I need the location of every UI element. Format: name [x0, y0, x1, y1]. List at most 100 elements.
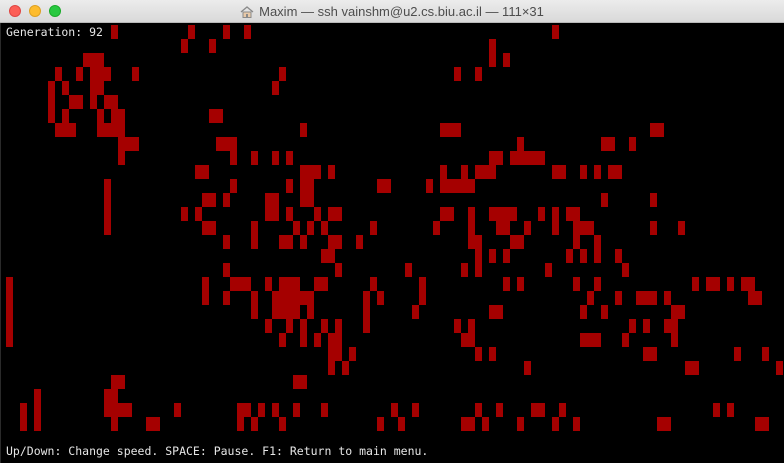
live-cell [398, 417, 405, 431]
live-cell [279, 417, 286, 431]
live-cell [244, 25, 251, 39]
live-cell [650, 291, 657, 305]
live-cell [223, 235, 230, 249]
live-cell [566, 249, 573, 263]
live-cell [216, 109, 223, 123]
live-cell [496, 207, 503, 221]
live-cell [209, 221, 216, 235]
live-cell [601, 193, 608, 207]
live-cell [307, 179, 314, 193]
live-cell [321, 221, 328, 235]
live-cell [111, 403, 118, 417]
live-cell [566, 207, 573, 221]
live-cell [489, 151, 496, 165]
live-cell [300, 179, 307, 193]
live-cell [272, 403, 279, 417]
live-cell [328, 165, 335, 179]
live-cell [748, 291, 755, 305]
live-cell [748, 277, 755, 291]
live-cell [307, 221, 314, 235]
live-cell [132, 67, 139, 81]
live-cell [125, 137, 132, 151]
live-cell [454, 67, 461, 81]
live-cell [573, 221, 580, 235]
live-cell [727, 403, 734, 417]
live-cell [496, 305, 503, 319]
live-cell [104, 207, 111, 221]
live-cell [363, 305, 370, 319]
live-cell [265, 277, 272, 291]
title-bar[interactable]: Maxim — ssh vainshm@u2.cs.biu.ac.il — 11… [0, 0, 784, 23]
live-cell [48, 81, 55, 95]
live-cell [223, 193, 230, 207]
terminal-window[interactable]: Maxim — ssh vainshm@u2.cs.biu.ac.il — 11… [0, 0, 784, 463]
live-cell [6, 305, 13, 319]
live-cell [573, 207, 580, 221]
live-cell [97, 67, 104, 81]
live-cell [111, 95, 118, 109]
live-cell [314, 277, 321, 291]
live-cell [314, 333, 321, 347]
live-cell [594, 333, 601, 347]
live-cell [475, 235, 482, 249]
generation-counter: Generation: 92 [6, 25, 103, 39]
live-cell [209, 39, 216, 53]
live-cell [244, 277, 251, 291]
live-cell [314, 207, 321, 221]
live-cell [650, 123, 657, 137]
live-cell [461, 333, 468, 347]
live-cell [545, 263, 552, 277]
live-cell [664, 319, 671, 333]
live-cell [643, 319, 650, 333]
live-cell [573, 277, 580, 291]
live-cell [643, 347, 650, 361]
live-cell [181, 39, 188, 53]
live-cell [755, 291, 762, 305]
live-cell [188, 25, 195, 39]
window-title-wrap: Maxim — ssh vainshm@u2.cs.biu.ac.il — 11… [0, 0, 784, 23]
live-cell [104, 403, 111, 417]
live-cell [90, 95, 97, 109]
live-cell [454, 179, 461, 193]
live-cell [405, 263, 412, 277]
live-cell [328, 235, 335, 249]
live-cell [279, 333, 286, 347]
live-cell [174, 403, 181, 417]
live-cell [524, 151, 531, 165]
window-title: Maxim — ssh vainshm@u2.cs.biu.ac.il — 11… [259, 4, 544, 19]
live-cell [146, 417, 153, 431]
live-cell [552, 221, 559, 235]
live-cell [517, 277, 524, 291]
live-cell [286, 277, 293, 291]
live-cell [643, 291, 650, 305]
live-cell [412, 305, 419, 319]
live-cell [195, 207, 202, 221]
live-cell [342, 361, 349, 375]
live-cell [111, 417, 118, 431]
live-cell [440, 165, 447, 179]
live-cell [230, 277, 237, 291]
live-cell [594, 235, 601, 249]
home-icon [240, 5, 254, 18]
live-cell [468, 179, 475, 193]
live-cell [664, 417, 671, 431]
live-cell [237, 403, 244, 417]
live-cell [601, 305, 608, 319]
live-cell [622, 263, 629, 277]
live-cell [461, 179, 468, 193]
live-cell [335, 207, 342, 221]
live-cell [300, 123, 307, 137]
live-cell [440, 179, 447, 193]
live-cell [601, 137, 608, 151]
live-cell [482, 165, 489, 179]
live-cell [34, 389, 41, 403]
live-cell [489, 165, 496, 179]
live-cell [713, 403, 720, 417]
live-cell [468, 319, 475, 333]
live-cell [286, 291, 293, 305]
live-cell [181, 207, 188, 221]
live-cell [286, 179, 293, 193]
live-cell [202, 221, 209, 235]
live-cell [454, 319, 461, 333]
live-cell [706, 277, 713, 291]
